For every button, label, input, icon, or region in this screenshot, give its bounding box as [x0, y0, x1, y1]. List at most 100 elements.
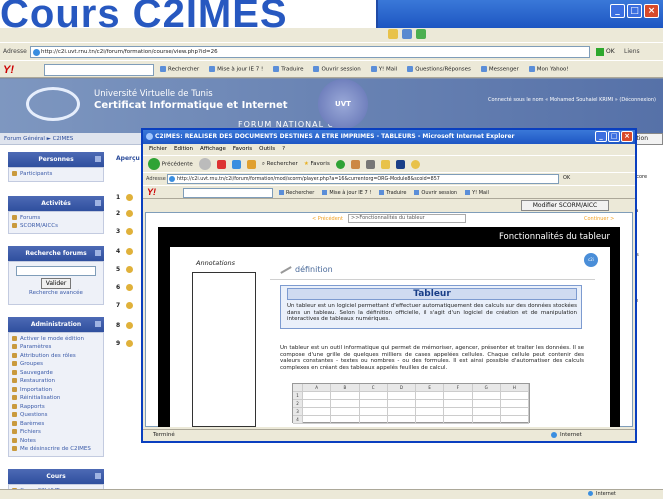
- logged-in-user[interactable]: Connecté sous le nom « Mohamed Souhaiel …: [488, 97, 656, 103]
- pytb-mise-a-jour[interactable]: Mise à jour IE 7 !: [322, 190, 371, 196]
- menu-fichier[interactable]: Fichier: [149, 144, 167, 155]
- popup-close-button[interactable]: ×: [621, 131, 633, 142]
- maximize-button[interactable]: □: [627, 4, 642, 18]
- advanced-search-link[interactable]: Recherche avancée: [12, 290, 100, 296]
- close-button[interactable]: ×: [644, 4, 659, 18]
- links-label[interactable]: Liens: [624, 48, 640, 55]
- ytb-mise-a-jour[interactable]: Mise à jour IE 7 !: [209, 66, 263, 73]
- menu-favoris[interactable]: Favoris: [233, 144, 252, 155]
- grid-row-header: 2: [293, 400, 303, 408]
- annotations-label: Annotations: [196, 259, 236, 267]
- pytb-mail[interactable]: Y! Mail: [465, 190, 489, 196]
- topic-number: 9: [116, 340, 133, 347]
- toolbar-icon[interactable]: [402, 29, 412, 39]
- menu-affichage[interactable]: Affichage: [200, 144, 226, 155]
- popup-menu-bar: Fichier Edition Affichage Favoris Outils…: [143, 144, 635, 155]
- popup-yahoo-logo[interactable]: Y!: [147, 187, 156, 197]
- admin-item[interactable]: Barèmes: [12, 420, 100, 429]
- mail-icon[interactable]: [350, 159, 360, 169]
- grid-corner: [293, 384, 303, 392]
- admin-item[interactable]: Activer le mode édition: [12, 335, 100, 344]
- breadcrumb-text[interactable]: Forum Général ► C2IMES: [4, 136, 73, 142]
- grid-col-header: F: [444, 384, 473, 392]
- pytb-traduire[interactable]: Traduire: [379, 190, 406, 196]
- admin-item[interactable]: Me désinscrire de C2IMES: [12, 445, 100, 454]
- popup-address-input[interactable]: http://c2i.uvt.rnu.tn/c2i/forum/formatio…: [167, 174, 559, 184]
- outer-status-bar: Internet: [0, 489, 663, 499]
- favorites-button[interactable]: ★ Favoris: [304, 161, 330, 167]
- block-cours-header[interactable]: Cours: [8, 468, 104, 484]
- menu-edition[interactable]: Edition: [174, 144, 193, 155]
- admin-item[interactable]: Groupes: [12, 360, 100, 369]
- admin-item[interactable]: Paramètres: [12, 343, 100, 352]
- toolbar-icon[interactable]: [416, 29, 426, 39]
- admin-item[interactable]: Rapports: [12, 403, 100, 412]
- block-admin-header[interactable]: Administration: [8, 316, 104, 332]
- ytb-messenger[interactable]: Messenger: [481, 66, 519, 73]
- previous-link[interactable]: < Précédent: [312, 216, 343, 222]
- ytb-mon-yahoo[interactable]: Mon Yahoo!: [529, 66, 569, 73]
- sidebar-item-participants[interactable]: Participants: [12, 170, 100, 179]
- ie-page-icon: [33, 49, 40, 56]
- current-sco-select[interactable]: >>Fonctionnalités du tableur: [348, 214, 466, 223]
- minimize-button[interactable]: _: [610, 4, 625, 18]
- folder-icon[interactable]: [380, 159, 390, 169]
- admin-item[interactable]: Sauvegarde: [12, 369, 100, 378]
- star-icon: ★: [303, 161, 309, 167]
- popup-go-button[interactable]: OK: [563, 175, 570, 181]
- definition-title: Tableur: [287, 288, 577, 300]
- history-icon[interactable]: [335, 159, 345, 169]
- address-input[interactable]: http://c2i.uvt.rnu.tn/c2i/forum/formatio…: [30, 46, 590, 58]
- modify-scorm-button[interactable]: Modifier SCORM/AICC: [521, 200, 609, 211]
- admin-item[interactable]: Questions: [12, 411, 100, 420]
- ytb-ouvrir-session[interactable]: Ouvrir session: [313, 66, 360, 73]
- forum-search-input[interactable]: [16, 265, 96, 276]
- sidebar-item-forums[interactable]: Forums: [12, 214, 100, 223]
- left-sidebar: Personnes Participants Activités Forums …: [8, 152, 104, 498]
- ytb-rechercher[interactable]: Rechercher: [160, 66, 199, 73]
- block-activites-header[interactable]: Activités: [8, 195, 104, 211]
- ytb-questions[interactable]: Questions/Réponses: [407, 66, 471, 73]
- divider: [270, 279, 595, 280]
- admin-item[interactable]: Restauration: [12, 377, 100, 386]
- menu-outils[interactable]: Outils: [259, 144, 275, 155]
- go-button[interactable]: OK: [596, 46, 618, 58]
- popup-maximize-button[interactable]: □: [608, 131, 620, 142]
- back-button[interactable]: Précédente: [148, 158, 193, 170]
- admin-item[interactable]: Importation: [12, 386, 100, 395]
- smiley-icon[interactable]: [410, 159, 420, 169]
- home-icon[interactable]: [246, 159, 256, 169]
- yahoo-logo[interactable]: Y!: [3, 64, 14, 76]
- refresh-icon[interactable]: [231, 159, 241, 169]
- yahoo-search-input[interactable]: [44, 64, 154, 76]
- sidebar-item-scorm[interactable]: SCORM/AICCs: [12, 222, 100, 231]
- pytb-rechercher[interactable]: Rechercher: [279, 190, 314, 196]
- topic-number: 2: [116, 210, 133, 217]
- continue-link[interactable]: Continuer >: [584, 216, 614, 222]
- pytb-ouvrir-session[interactable]: Ouvrir session: [414, 190, 457, 196]
- annotations-box[interactable]: [192, 272, 256, 427]
- block-recherche-header[interactable]: Recherche forums: [8, 245, 104, 261]
- toolbar-icon[interactable]: [388, 29, 398, 39]
- valider-button[interactable]: Valider: [41, 277, 71, 289]
- menu-help[interactable]: ?: [282, 144, 285, 155]
- popup-yahoo-search[interactable]: [183, 188, 273, 198]
- admin-item[interactable]: Fichiers: [12, 428, 100, 437]
- grid-row-header: 1: [293, 392, 303, 400]
- admin-item[interactable]: Attribution des rôles: [12, 352, 100, 361]
- stop-icon[interactable]: [216, 159, 226, 169]
- admin-item[interactable]: Notes: [12, 437, 100, 446]
- ytb-traduire[interactable]: Traduire: [273, 66, 303, 73]
- grid-col-header: C: [359, 384, 388, 392]
- h-icon[interactable]: [395, 159, 405, 169]
- ytb-mail[interactable]: Y! Mail: [371, 66, 398, 73]
- popup-minimize-button[interactable]: _: [595, 131, 607, 142]
- print-icon[interactable]: [365, 159, 375, 169]
- scorm-nav-row: < Précédent >>Fonctionnalités du tableur…: [146, 213, 632, 225]
- grid-col-header: D: [387, 384, 416, 392]
- block-personnes-header[interactable]: Personnes: [8, 152, 104, 167]
- search-button[interactable]: ⌕ Rechercher: [262, 161, 298, 168]
- admin-item[interactable]: Réinitialisation: [12, 394, 100, 403]
- forward-icon[interactable]: [198, 158, 211, 170]
- definition-text: Un tableur est un logiciel permettant d'…: [287, 303, 577, 322]
